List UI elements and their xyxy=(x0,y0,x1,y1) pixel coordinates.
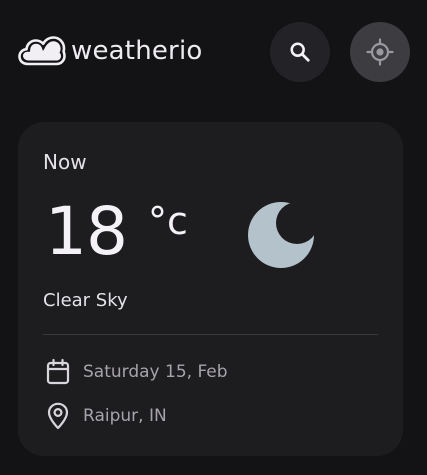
app-logo[interactable]: weatherio xyxy=(18,34,202,68)
temperature-unit: °c xyxy=(148,199,188,243)
cloud-icon xyxy=(18,36,66,66)
location-pin-icon xyxy=(43,401,73,431)
current-date: Saturday 15, Feb xyxy=(83,362,228,382)
search-button[interactable] xyxy=(270,22,330,82)
moon-icon xyxy=(248,202,314,268)
temperature-value: 18 xyxy=(45,193,128,270)
date-row: Saturday 15, Feb xyxy=(43,357,228,387)
calendar-icon xyxy=(43,357,73,387)
location-row: Raipur, IN xyxy=(43,401,167,431)
current-location-button[interactable] xyxy=(350,22,410,82)
current-location: Raipur, IN xyxy=(83,406,167,426)
card-title: Now xyxy=(43,150,87,174)
current-location-icon xyxy=(366,38,394,66)
divider xyxy=(43,334,378,335)
search-icon xyxy=(290,42,310,62)
current-weather-card: Now 18 °c Clear Sky Saturday 15, Feb Rai… xyxy=(18,122,403,456)
weather-condition: Clear Sky xyxy=(43,290,128,311)
app-header: weatherio xyxy=(0,0,427,100)
app-name: weatherio xyxy=(71,36,203,66)
